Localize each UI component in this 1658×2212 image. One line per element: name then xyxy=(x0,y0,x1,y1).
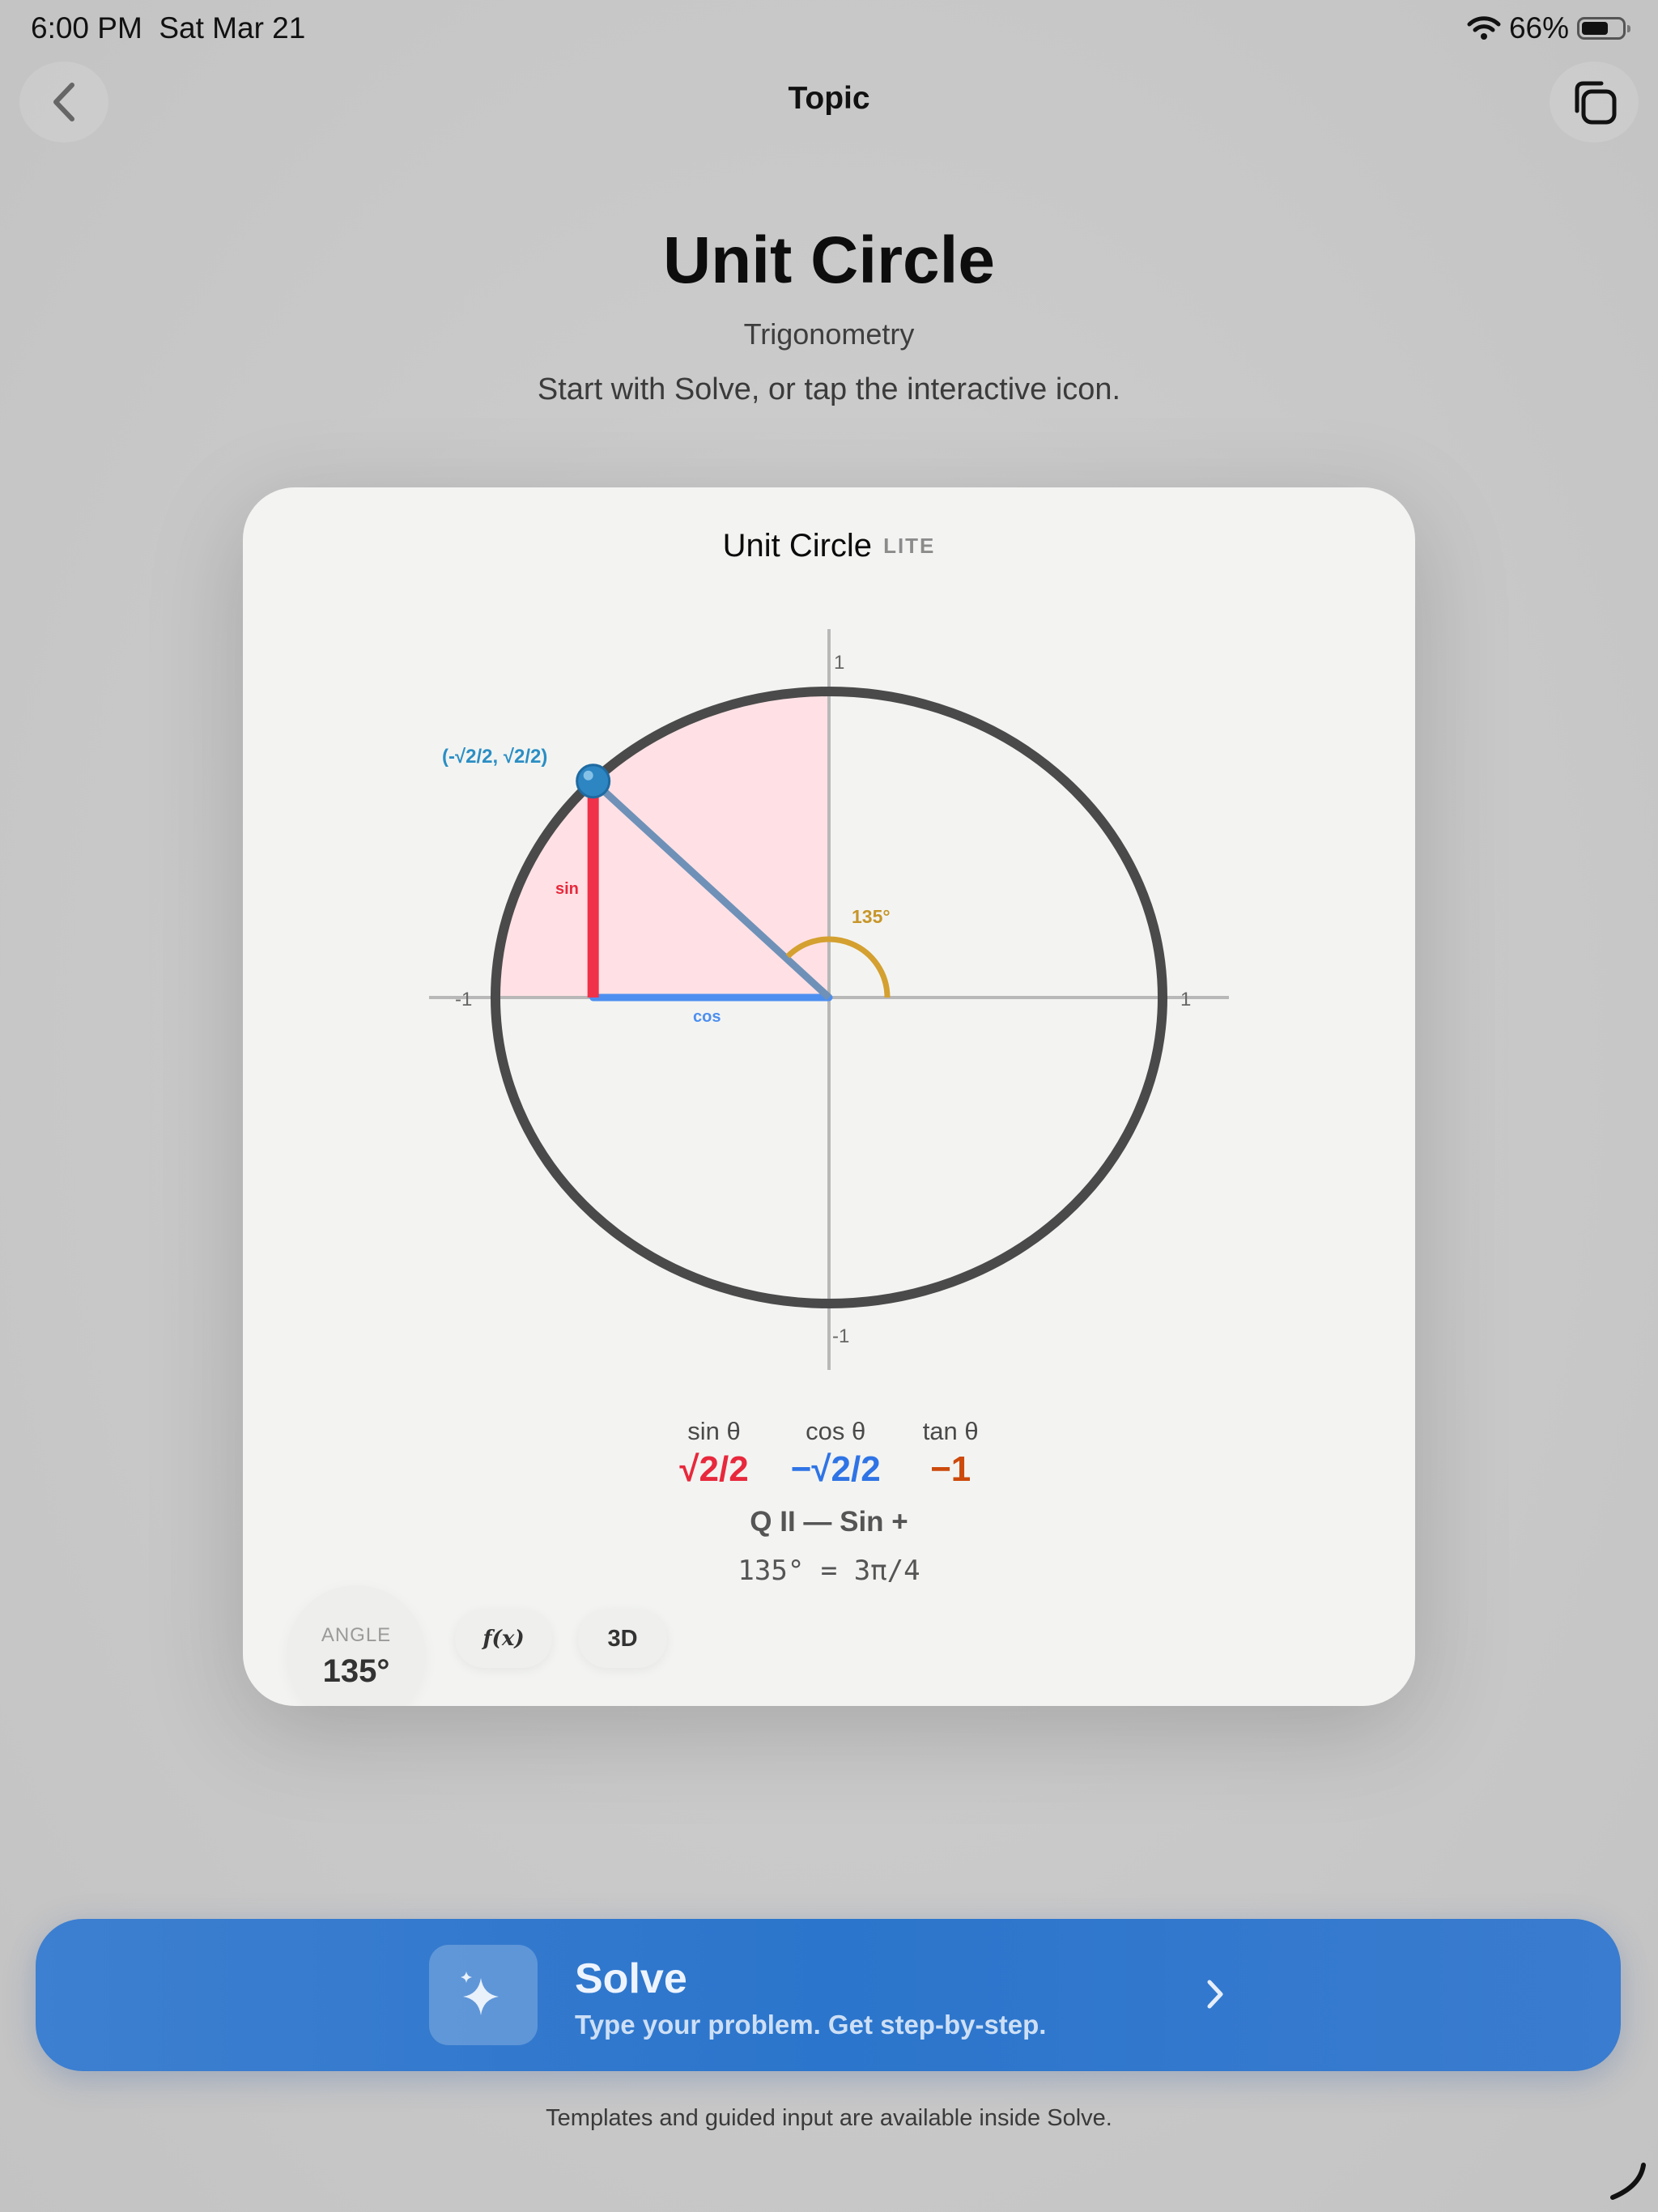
trig-values: sin θ √2/2 cos θ −√2/2 tan θ −1 xyxy=(243,1417,1415,1490)
quadrant-label: Q II — Sin + xyxy=(750,1506,908,1538)
axis-label-left: -1 xyxy=(455,989,472,1010)
solve-icon-box xyxy=(429,1945,538,2045)
unit-circle-card[interactable]: Unit Circle LITE 1 -1 -1 1 (-√2/2, √2/2) … xyxy=(243,487,1415,1706)
battery-percent: 66% xyxy=(1508,11,1569,45)
function-button[interactable]: f(x) xyxy=(455,1610,552,1668)
solve-title: Solve xyxy=(575,1955,687,2002)
sin-value: √2/2 xyxy=(679,1449,749,1489)
tan-value-label: tan θ xyxy=(922,1417,979,1445)
axis-label-top: 1 xyxy=(834,652,844,674)
sparkles-icon xyxy=(461,1972,499,2015)
angle-chip[interactable]: ANGLE 135° xyxy=(287,1585,426,1706)
copy-icon xyxy=(1575,81,1617,125)
solve-button[interactable]: Solve Type your problem. Get step-by-ste… xyxy=(36,1919,1621,2071)
tan-value: −1 xyxy=(930,1449,971,1489)
angle-label: 135° xyxy=(852,906,891,927)
cos-value-column: cos θ −√2/2 xyxy=(791,1417,881,1490)
axis-label-right: 1 xyxy=(1180,989,1191,1010)
angle-chip-label: ANGLE xyxy=(321,1624,392,1646)
cos-value: −√2/2 xyxy=(790,1449,881,1489)
angle-point-highlight xyxy=(583,770,593,781)
solve-subtitle: Type your problem. Get step-by-step. xyxy=(575,2010,1047,2040)
unit-circle-diagram[interactable]: 1 -1 -1 1 (-√2/2, √2/2) 135° sin cos xyxy=(243,487,1415,1394)
page-hint: Start with Solve, or tap the interactive… xyxy=(537,372,1121,406)
3d-button[interactable]: 3D xyxy=(578,1610,667,1668)
axis-label-bottom: -1 xyxy=(832,1325,849,1347)
status-date: Sat Mar 21 xyxy=(159,11,306,45)
angle-conversion: 135° = 3π/4 xyxy=(738,1555,920,1587)
cos-label: cos xyxy=(693,1008,721,1026)
status-time: 6:00 PM xyxy=(31,11,142,45)
battery-icon xyxy=(1577,17,1630,40)
tan-value-column: tan θ −1 xyxy=(923,1417,979,1490)
sin-label: sin xyxy=(555,880,579,898)
angle-chip-value: 135° xyxy=(322,1653,390,1689)
status-bar-right: 66% xyxy=(1467,11,1630,45)
status-bar-time: 6:00 PM Sat Mar 21 xyxy=(31,11,305,45)
sin-value-column: sin θ √2/2 xyxy=(679,1417,748,1490)
wifi-icon xyxy=(1467,16,1501,40)
copy-button[interactable] xyxy=(1550,62,1639,143)
page-title: Unit Circle xyxy=(662,223,996,297)
point-label: (-√2/2, √2/2) xyxy=(442,746,547,768)
cos-value-label: cos θ xyxy=(806,1417,866,1445)
nav-title: Topic xyxy=(788,81,870,116)
angle-point-handle[interactable] xyxy=(576,764,611,799)
page-subtitle: Trigonometry xyxy=(743,317,915,351)
sin-value-label: sin θ xyxy=(687,1417,741,1445)
footnote: Templates and guided input are available… xyxy=(546,2105,1112,2131)
spinner-icon xyxy=(1610,2163,1646,2200)
chevron-right-icon xyxy=(1207,1980,1223,2009)
